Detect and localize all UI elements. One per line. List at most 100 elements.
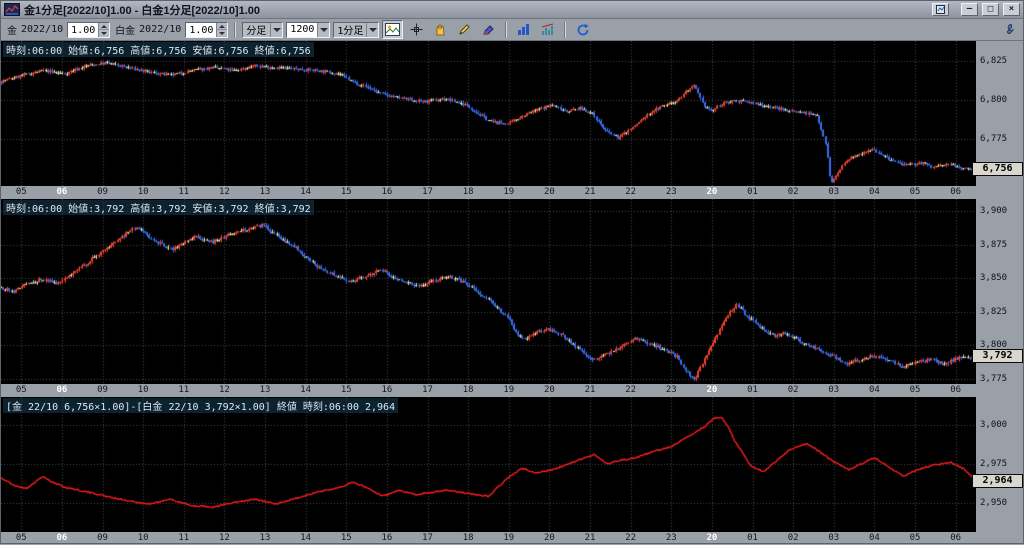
x-axis-label: 10 <box>138 533 149 543</box>
x-axis-label: 05 <box>910 533 921 543</box>
gold-chart-plot: 時刻:06:00 始値:6,756 高値:6,756 安値:6,756 終値:6… <box>1 41 976 186</box>
pencil-tool-button[interactable] <box>454 20 475 39</box>
marker-tool-button[interactable] <box>478 20 499 39</box>
x-axis-label: 18 <box>463 385 474 395</box>
x-axis-label: 17 <box>422 533 433 543</box>
chevron-down-icon[interactable] <box>270 23 282 37</box>
x-axis-label: 18 <box>463 187 474 197</box>
period-dropdown-value: 分足 <box>246 22 270 37</box>
x-axis-label: 20 <box>707 385 718 395</box>
gold-x-axis: 0506091011121314151617181920212223200102… <box>1 186 976 199</box>
spread-x-axis: 0506091011121314151617181920212223200102… <box>1 532 976 545</box>
gold-chart-panel: 時刻:06:00 始値:6,756 高値:6,756 安値:6,756 終値:6… <box>1 41 1023 199</box>
y-axis-label: 3,775 <box>980 374 1007 384</box>
x-axis-label: 04 <box>869 385 880 395</box>
x-axis-label: 05 <box>16 533 27 543</box>
toolbar-separator <box>505 22 507 38</box>
x-axis-label: 02 <box>788 187 799 197</box>
x-axis-label: 05 <box>910 187 921 197</box>
spread-y-axis: 3,000 2,975 2,950 <box>976 397 1024 532</box>
gold-spin-buttons[interactable] <box>98 23 109 37</box>
minimize-button[interactable]: – <box>961 3 978 16</box>
window-title: 金1分足[2022/10]1.00 - 白金1分足[2022/10]1.00 <box>24 2 928 18</box>
x-axis-label: 06 <box>57 385 68 395</box>
histogram-button[interactable] <box>537 20 558 39</box>
toolbar-separator <box>564 22 566 38</box>
x-axis-label: 16 <box>382 385 393 395</box>
x-axis-label: 10 <box>138 187 149 197</box>
x-axis-label: 05 <box>16 187 27 197</box>
x-axis-label: 15 <box>341 187 352 197</box>
x-axis-label: 01 <box>747 533 758 543</box>
settings-wrench-button[interactable] <box>998 20 1019 39</box>
platinum-label: 白金 <box>115 22 135 37</box>
interval-dropdown[interactable]: 1分足 <box>333 22 379 38</box>
hand-tool-button[interactable] <box>430 20 451 39</box>
x-axis-label: 05 <box>910 385 921 395</box>
maximize-button[interactable]: □ <box>982 3 999 16</box>
crosshair-icon <box>410 23 423 36</box>
x-axis-label: 11 <box>178 187 189 197</box>
histogram-icon <box>541 23 554 36</box>
refresh-button[interactable] <box>572 20 593 39</box>
spin-down-icon[interactable] <box>217 30 227 37</box>
x-axis-label: 05 <box>16 385 27 395</box>
x-axis-label: 13 <box>260 385 271 395</box>
bar-chart-icon <box>517 23 530 36</box>
toolbar: 金 2022/10 1.00 白金 2022/10 1.00 分足 1200 1… <box>1 19 1023 41</box>
spin-up-icon[interactable] <box>217 23 227 31</box>
crosshair-button[interactable] <box>406 20 427 39</box>
chevron-down-icon[interactable] <box>366 23 378 37</box>
platinum-current-price-tag: 3,792 <box>972 349 1023 363</box>
y-axis-label: 3,875 <box>980 240 1007 250</box>
platinum-info-readout: 時刻:06:00 始値:3,792 高値:3,792 安値:3,792 終値:3… <box>3 200 314 215</box>
x-axis-label: 03 <box>828 385 839 395</box>
y-axis-label: 6,775 <box>980 134 1007 144</box>
close-button[interactable]: × <box>1003 3 1020 16</box>
chevron-down-icon[interactable] <box>317 23 329 37</box>
x-axis-label: 14 <box>300 187 311 197</box>
toolbar-separator <box>234 22 236 38</box>
y-axis-label: 3,000 <box>980 420 1007 430</box>
x-axis-label: 03 <box>828 533 839 543</box>
x-axis-label: 20 <box>707 533 718 543</box>
spread-current-price-tag: 2,964 <box>972 474 1023 488</box>
y-axis-label: 2,950 <box>980 498 1007 508</box>
x-axis-label: 12 <box>219 533 230 543</box>
x-axis-label: 20 <box>544 385 555 395</box>
x-axis-label: 19 <box>503 187 514 197</box>
marker-icon <box>482 23 495 36</box>
gold-multiplier-spinner[interactable]: 1.00 <box>67 22 110 38</box>
bar-chart-button[interactable] <box>513 20 534 39</box>
bar-count-dropdown[interactable]: 1200 <box>286 22 330 38</box>
x-axis-label: 13 <box>260 533 271 543</box>
x-axis-label: 03 <box>828 187 839 197</box>
chart-image-icon <box>385 23 400 36</box>
x-axis-label: 18 <box>463 533 474 543</box>
x-axis-label: 06 <box>57 187 68 197</box>
x-axis-label: 01 <box>747 187 758 197</box>
platinum-spin-buttons[interactable] <box>216 23 227 37</box>
platinum-candlestick-canvas[interactable] <box>1 199 976 384</box>
x-axis-label: 19 <box>503 385 514 395</box>
x-axis-label: 09 <box>97 533 108 543</box>
chart-image-button[interactable] <box>382 20 403 39</box>
x-axis-label: 23 <box>666 187 677 197</box>
spin-up-icon[interactable] <box>99 23 109 31</box>
platinum-chart-panel: 時刻:06:00 始値:3,792 高値:3,792 安値:3,792 終値:3… <box>1 199 1023 397</box>
gold-candlestick-canvas[interactable] <box>1 41 976 186</box>
titlebar-chart-list-button[interactable] <box>932 3 949 16</box>
x-axis-label: 12 <box>219 385 230 395</box>
x-axis-label: 11 <box>178 385 189 395</box>
x-axis-label: 14 <box>300 533 311 543</box>
x-axis-label: 04 <box>869 187 880 197</box>
y-axis-label: 2,975 <box>980 459 1007 469</box>
platinum-multiplier-value: 1.00 <box>186 23 216 37</box>
spread-line-canvas[interactable] <box>1 397 976 532</box>
x-axis-label: 16 <box>382 187 393 197</box>
spin-down-icon[interactable] <box>99 30 109 37</box>
pencil-icon <box>458 23 471 36</box>
period-dropdown[interactable]: 分足 <box>242 22 283 38</box>
platinum-multiplier-spinner[interactable]: 1.00 <box>185 22 228 38</box>
x-axis-label: 17 <box>422 187 433 197</box>
